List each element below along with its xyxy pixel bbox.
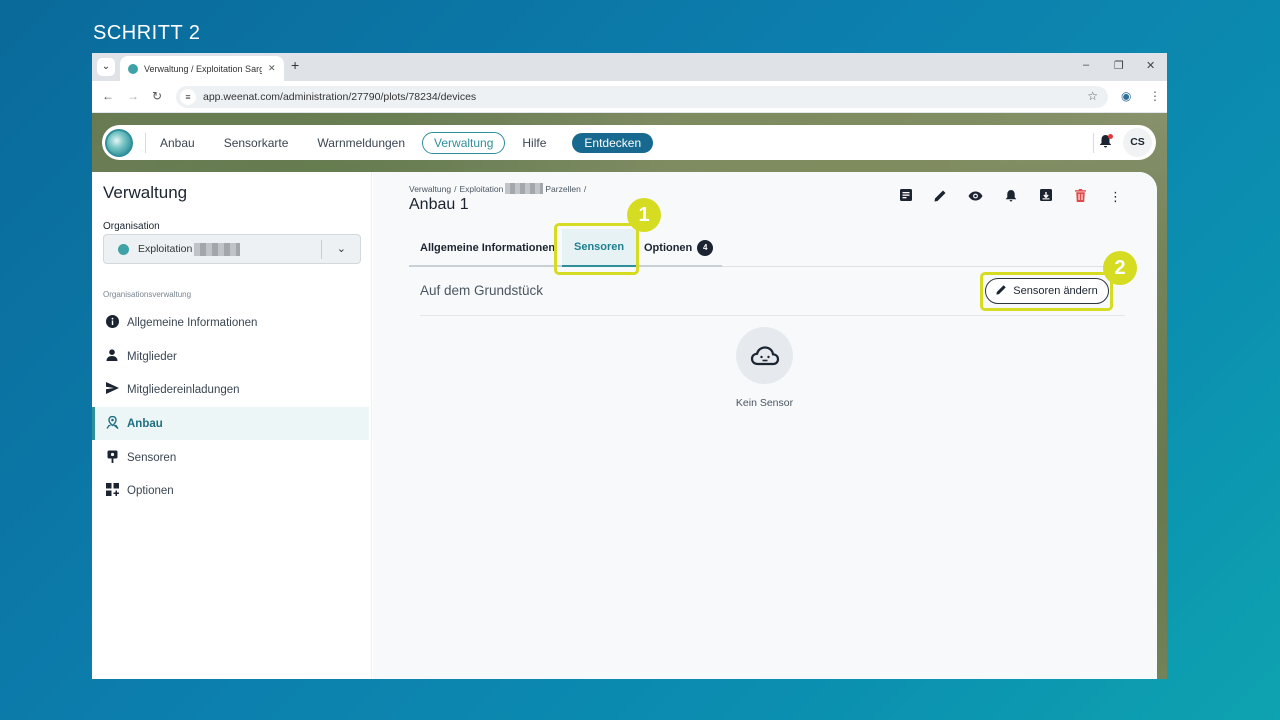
section-divider (420, 315, 1125, 316)
url-text: app.weenat.com/administration/27790/plot… (203, 91, 477, 103)
section-title: Auf dem Grundstück (420, 283, 544, 298)
breadcrumb-exploitation[interactable]: Exploitation (459, 184, 503, 194)
tab-allgemeine-informationen[interactable]: Allgemeine Informationen (420, 229, 555, 267)
discover-button[interactable]: Entdecken (572, 132, 654, 153)
browser-menu-icon[interactable]: ⋮ (1149, 89, 1161, 103)
forward-icon[interactable]: → (127, 89, 139, 103)
breadcrumb: Verwaltung / Exploitation Parzellen / (409, 183, 586, 194)
nav-sensorkarte[interactable]: Sensorkarte (224, 136, 289, 150)
eye-icon[interactable] (958, 189, 993, 205)
app-area: Anbau Sensorkarte Warnmeldungen Verwaltu… (92, 113, 1167, 679)
close-tab-icon[interactable]: ✕ (268, 63, 276, 74)
person-icon (105, 349, 119, 364)
new-tab-icon[interactable]: + (291, 57, 299, 73)
window-close-icon[interactable]: ✕ (1146, 59, 1155, 72)
sidebar-item-mitgliedereinladungen[interactable]: Mitgliedereinladungen (92, 373, 369, 406)
options-grid-icon (105, 482, 119, 499)
breadcrumb-separator: / (454, 183, 457, 194)
nav-verwaltung[interactable]: Verwaltung (422, 131, 506, 154)
highlight-edit-sensors-button (980, 272, 1113, 311)
url-field[interactable]: ≡ app.weenat.com/administration/27790/pl… (176, 86, 1108, 108)
plot-pin-icon (105, 415, 119, 432)
organisation-name: Exploitation (138, 243, 193, 255)
tab-search-button[interactable]: ⌄ (97, 58, 115, 76)
breadcrumb-verwaltung[interactable]: Verwaltung (409, 184, 451, 194)
sidebar-item-sensoren[interactable]: Sensoren (92, 441, 369, 474)
redacted-text (505, 183, 544, 194)
info-icon (105, 314, 119, 331)
sidebar: Verwaltung Organisation Exploitation ⌄ O… (92, 172, 372, 679)
weenat-logo[interactable] (105, 128, 133, 157)
sidebar-item-label: Mitglieder (127, 350, 177, 363)
highlight-sensoren-tab (554, 223, 639, 275)
notification-dot (1108, 134, 1113, 139)
plot-tabs: Allgemeine Informationen Sensoren Option… (409, 229, 1125, 267)
sidebar-item-label: Anbau (127, 417, 163, 430)
more-options-icon[interactable]: ⋮ (1098, 189, 1133, 205)
browser-tab[interactable]: Verwaltung / Exploitation Sargi ✕ (120, 56, 284, 81)
restore-icon[interactable]: ❐ (1114, 59, 1124, 72)
sidebar-item-label: Sensoren (127, 451, 177, 464)
sidebar-section-label: Organisationsverwaltung (103, 290, 192, 299)
empty-state-text: Kein Sensor (735, 397, 794, 409)
archive-icon[interactable] (1028, 189, 1063, 205)
back-icon[interactable]: ← (102, 89, 114, 103)
notes-icon[interactable] (888, 189, 923, 205)
notification-bell-icon[interactable] (1099, 134, 1113, 151)
send-icon (105, 382, 119, 397)
sidebar-item-label: Mitgliedereinladungen (127, 383, 240, 396)
page-title: Anbau 1 (409, 196, 469, 213)
breadcrumb-separator: / (583, 183, 587, 194)
sidebar-item-label: Allgemeine Informationen (127, 316, 258, 329)
chevron-down-icon[interactable]: ⌄ (337, 242, 346, 255)
address-bar: ← → ↻ ≡ app.weenat.com/administration/27… (92, 81, 1167, 113)
sidebar-item-anbau[interactable]: Anbau (92, 407, 369, 440)
step-marker-1: 1 (627, 198, 661, 232)
organisation-label: Organisation (103, 221, 160, 232)
sidebar-item-label: Optionen (127, 484, 174, 497)
sidebar-item-mitglieder[interactable]: Mitglieder (92, 340, 369, 373)
options-count-badge: 4 (697, 240, 714, 256)
extension-icon[interactable]: ◉ (1121, 89, 1131, 103)
nav-right-divider (1093, 133, 1094, 153)
redacted-text (194, 242, 241, 256)
nav-divider (145, 132, 146, 153)
top-navigation: Anbau Sensorkarte Warnmeldungen Verwaltu… (102, 125, 1156, 160)
user-avatar[interactable]: CS (1123, 128, 1152, 157)
tab-optionen[interactable]: Optionen 4 (644, 229, 714, 267)
favicon-icon (128, 63, 138, 74)
step-title: SCHRITT 2 (93, 22, 201, 44)
site-settings-icon[interactable]: ≡ (180, 89, 196, 105)
nav-anbau[interactable]: Anbau (160, 136, 195, 150)
bookmark-star-icon[interactable]: ☆ (1087, 89, 1098, 103)
organisation-select[interactable]: Exploitation ⌄ (103, 234, 361, 264)
tab-label: Optionen (644, 242, 693, 254)
alert-bell-icon[interactable] (993, 189, 1028, 205)
sidebar-item-allgemeine-informationen[interactable]: Allgemeine Informationen (92, 306, 369, 339)
nav-warnmeldungen[interactable]: Warnmeldungen (317, 136, 405, 150)
select-divider (321, 240, 322, 259)
sidebar-item-optionen[interactable]: Optionen (92, 474, 369, 507)
sidebar-title: Verwaltung (103, 183, 188, 202)
tab-label: Allgemeine Informationen (420, 242, 556, 254)
organisation-icon (118, 243, 129, 255)
delete-icon[interactable] (1063, 189, 1098, 205)
minimize-icon[interactable]: – (1083, 59, 1089, 71)
empty-state-cloud-icon (736, 327, 793, 384)
browser-window: ⌄ Verwaltung / Exploitation Sargi ✕ + – … (92, 53, 1167, 679)
main-content: Verwaltung / Exploitation Parzellen / An… (373, 172, 1157, 679)
nav-hilfe[interactable]: Hilfe (522, 136, 546, 150)
breadcrumb-parzellen[interactable]: Parzellen (545, 184, 580, 194)
edit-pencil-icon[interactable] (923, 189, 958, 205)
tab-title: Verwaltung / Exploitation Sargi (144, 63, 262, 74)
step-marker-2: 2 (1103, 251, 1137, 285)
tab-strip: ⌄ Verwaltung / Exploitation Sargi ✕ + – … (92, 53, 1167, 81)
sensor-icon (105, 450, 119, 466)
reload-icon[interactable]: ↻ (152, 89, 162, 103)
plot-actions-toolbar: ⋮ (888, 189, 1133, 205)
